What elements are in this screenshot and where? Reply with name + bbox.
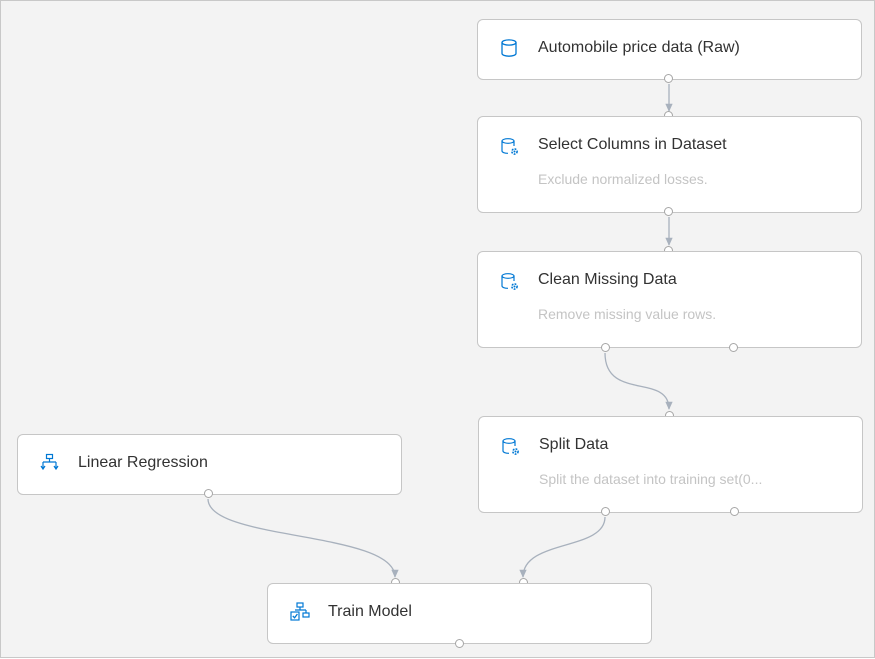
node-clean-missing-data[interactable]: Clean Missing Data Remove missing value … bbox=[477, 251, 862, 348]
output-port-right[interactable] bbox=[729, 343, 738, 352]
node-title: Select Columns in Dataset bbox=[538, 136, 727, 153]
node-title: Train Model bbox=[328, 603, 412, 620]
node-description: Split the dataset into training set(0... bbox=[539, 471, 763, 487]
dataset-gear-icon bbox=[501, 273, 518, 290]
edge-regression-to-train bbox=[207, 498, 399, 578]
node-description: Remove missing value rows. bbox=[538, 306, 717, 322]
dataset-icon bbox=[501, 39, 517, 57]
output-port[interactable] bbox=[455, 639, 464, 648]
output-port-right[interactable] bbox=[730, 507, 739, 516]
node-train-model[interactable]: Train Model bbox=[267, 583, 652, 644]
output-port[interactable] bbox=[204, 489, 213, 498]
output-port-left[interactable] bbox=[601, 507, 610, 516]
edge-clean-to-split bbox=[604, 352, 673, 410]
output-port-left[interactable] bbox=[601, 343, 610, 352]
train-model-icon bbox=[290, 602, 310, 621]
node-title: Split Data bbox=[539, 436, 609, 453]
output-port[interactable] bbox=[664, 207, 673, 216]
dataset-gear-icon bbox=[502, 438, 519, 455]
edge-split-to-train bbox=[519, 516, 606, 578]
node-title: Automobile price data (Raw) bbox=[538, 39, 740, 56]
dataset-gear-icon bbox=[501, 138, 518, 155]
regression-tree-icon bbox=[40, 453, 59, 471]
node-split-data[interactable]: Split Data Split the dataset into traini… bbox=[478, 416, 863, 513]
node-title: Linear Regression bbox=[78, 454, 208, 471]
node-title: Clean Missing Data bbox=[538, 271, 677, 288]
node-automobile-price-data[interactable]: Automobile price data (Raw) bbox=[477, 19, 862, 80]
node-select-columns[interactable]: Select Columns in Dataset Exclude normal… bbox=[477, 116, 862, 213]
pipeline-canvas[interactable]: Automobile price data (Raw) Select Colum… bbox=[0, 0, 875, 658]
output-port[interactable] bbox=[664, 74, 673, 83]
node-description: Exclude normalized losses. bbox=[538, 171, 708, 187]
node-linear-regression[interactable]: Linear Regression bbox=[17, 434, 402, 495]
